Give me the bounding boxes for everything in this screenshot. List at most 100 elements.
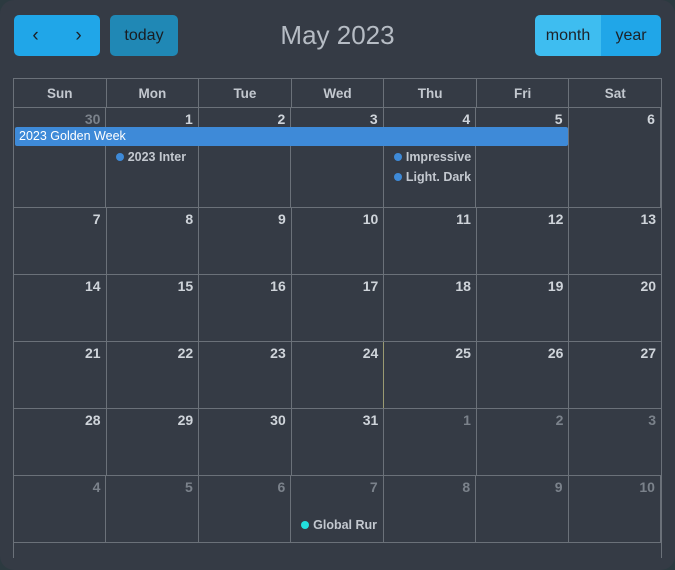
calendar-day-cell[interactable]: 9 [199, 208, 292, 274]
day-number: 9 [277, 211, 286, 227]
calendar-day-cell[interactable]: 13 [569, 208, 661, 274]
calendar-day-cell[interactable]: 8 [107, 208, 200, 274]
day-number: 7 [369, 479, 378, 495]
day-number: 3 [369, 111, 378, 127]
view-month-button[interactable]: month [535, 15, 601, 56]
weekday-header-sat: Sat [604, 85, 626, 101]
day-number: 16 [270, 278, 286, 294]
calendar-day-cell[interactable]: 6 [199, 476, 292, 542]
event-dot-icon [393, 153, 402, 161]
calendar-day-cell[interactable]: 24 [292, 342, 385, 408]
calendar-day-cell[interactable]: 17 [292, 275, 385, 341]
calendar-day-cell[interactable]: 27 [569, 342, 661, 408]
calendar-day-cell[interactable]: 26 [477, 342, 570, 408]
weekday-header-fri: Fri [477, 79, 570, 107]
calendar-day-cell[interactable]: 19 [477, 275, 570, 341]
calendar-event-bar[interactable]: 2023 Golden Week [15, 127, 569, 146]
calendar-day-cell[interactable]: 23 [199, 342, 292, 408]
calendar-weeks: 30 1 2 3 4 5 6 2023 Golden Week 2023 Inter Impres… [14, 108, 661, 543]
today-button[interactable]: today [110, 15, 178, 56]
calendar-event-item[interactable]: 2023 Inter [108, 147, 198, 167]
calendar-day-cell[interactable]: 10 [292, 208, 385, 274]
calendar-week-row: 4 5 6 7 8 9 10 Global Rur [14, 476, 661, 543]
day-number: 4 [92, 479, 101, 495]
day-number: 1 [185, 111, 193, 127]
calendar-day-cell[interactable]: 22 [107, 342, 200, 408]
day-number: 27 [640, 345, 657, 361]
day-number: 8 [462, 479, 471, 495]
day-number: 13 [640, 211, 657, 227]
day-number: 23 [270, 345, 286, 361]
day-number: 22 [177, 345, 194, 361]
day-number: 2 [555, 412, 564, 428]
calendar-event-title: 2023 Inter [127, 150, 187, 164]
calendar-day-cell[interactable]: 15 [107, 275, 200, 341]
calendar-event-title: Light. Dark [405, 170, 472, 184]
day-number: 12 [547, 211, 564, 227]
calendar-day-cell[interactable]: 30 [14, 108, 107, 207]
view-switch-group: month year [535, 15, 661, 56]
calendar-day-cell[interactable]: 3 [569, 409, 661, 475]
calendar-day-cell[interactable]: 14 [14, 275, 107, 341]
calendar-event-item[interactable]: Global Rur [293, 515, 383, 535]
day-number: 10 [362, 211, 379, 227]
calendar-day-cell[interactable]: 5 [106, 476, 199, 542]
day-number: 20 [640, 278, 657, 294]
calendar-day-cell[interactable]: 7 [14, 208, 107, 274]
day-number: 11 [456, 211, 471, 227]
calendar-day-cell[interactable]: 21 [14, 342, 107, 408]
calendar-week-row: 21 22 23 24 25 26 27 [14, 342, 661, 409]
calendar-day-cell[interactable]: 18 [384, 275, 477, 341]
calendar-day-cell[interactable]: 8 [384, 476, 477, 542]
day-number: 19 [547, 278, 564, 294]
calendar-day-cell[interactable]: 6 [569, 108, 661, 207]
calendar-day-cell[interactable]: 4 [14, 476, 107, 542]
navigation-button-group: ‹ › [14, 15, 100, 56]
day-number: 15 [177, 278, 194, 294]
day-number: 30 [84, 111, 101, 127]
day-number: 29 [177, 412, 194, 428]
calendar-day-cell[interactable]: 2 [477, 409, 570, 475]
day-number: 28 [85, 412, 101, 428]
day-number: 21 [85, 345, 101, 361]
calendar-day-cell[interactable]: 5 [476, 108, 569, 207]
calendar-week-row: 30 1 2 3 4 5 6 2023 Golden Week 2023 Inter Impres… [14, 108, 661, 208]
calendar-day-cell[interactable]: 31 [292, 409, 385, 475]
calendar-day-cell[interactable]: 3 [291, 108, 384, 207]
weekday-header-row: Sun Mon Tue Wed Thu Fri Sat [14, 79, 661, 108]
calendar-day-cell[interactable]: 29 [107, 409, 200, 475]
calendar-event-title: Impressive [405, 150, 472, 164]
calendar-day-cell[interactable]: 16 [199, 275, 292, 341]
calendar-day-cell[interactable]: 12 [477, 208, 570, 274]
event-dot-icon [301, 521, 310, 529]
calendar-day-cell[interactable]: 11 [384, 208, 477, 274]
calendar-day-cell[interactable]: 30 [199, 409, 292, 475]
calendar-toolbar: ‹ › today May 2023 month year [0, 0, 675, 72]
day-number: 25 [455, 345, 471, 361]
day-number: 5 [554, 111, 563, 127]
prev-month-button[interactable]: ‹ [14, 15, 57, 56]
day-number: 3 [648, 412, 657, 428]
calendar-grid: Sun Mon Tue Wed Thu Fri Sat 30 1 2 3 4 5 6 2023 Golde… [13, 78, 662, 558]
calendar-day-cell[interactable]: 10 [569, 476, 661, 542]
calendar-week-row: 28 29 30 31 1 2 3 [14, 409, 661, 476]
calendar-day-cell[interactable]: 28 [14, 409, 107, 475]
calendar-day-cell[interactable]: 9 [476, 476, 569, 542]
day-number: 26 [547, 345, 564, 361]
calendar-day-cell[interactable]: 20 [569, 275, 661, 341]
next-month-button[interactable]: › [57, 15, 100, 56]
calendar-day-cell[interactable]: 1 [384, 409, 477, 475]
calendar-day-cell[interactable]: 25 [384, 342, 477, 408]
view-year-button[interactable]: year [601, 15, 661, 56]
day-number: 1 [463, 412, 471, 428]
day-number: 6 [647, 111, 655, 127]
calendar-day-cell[interactable]: 2 [199, 108, 292, 207]
calendar-event-item[interactable]: Light. Dark [386, 167, 476, 187]
day-number: 14 [85, 278, 101, 294]
day-number: 30 [270, 412, 286, 428]
day-number: 8 [185, 211, 194, 227]
day-number: 7 [92, 211, 101, 227]
day-number: 31 [362, 412, 379, 428]
day-number: 18 [455, 278, 471, 294]
calendar-event-item[interactable]: Impressive [386, 147, 476, 167]
